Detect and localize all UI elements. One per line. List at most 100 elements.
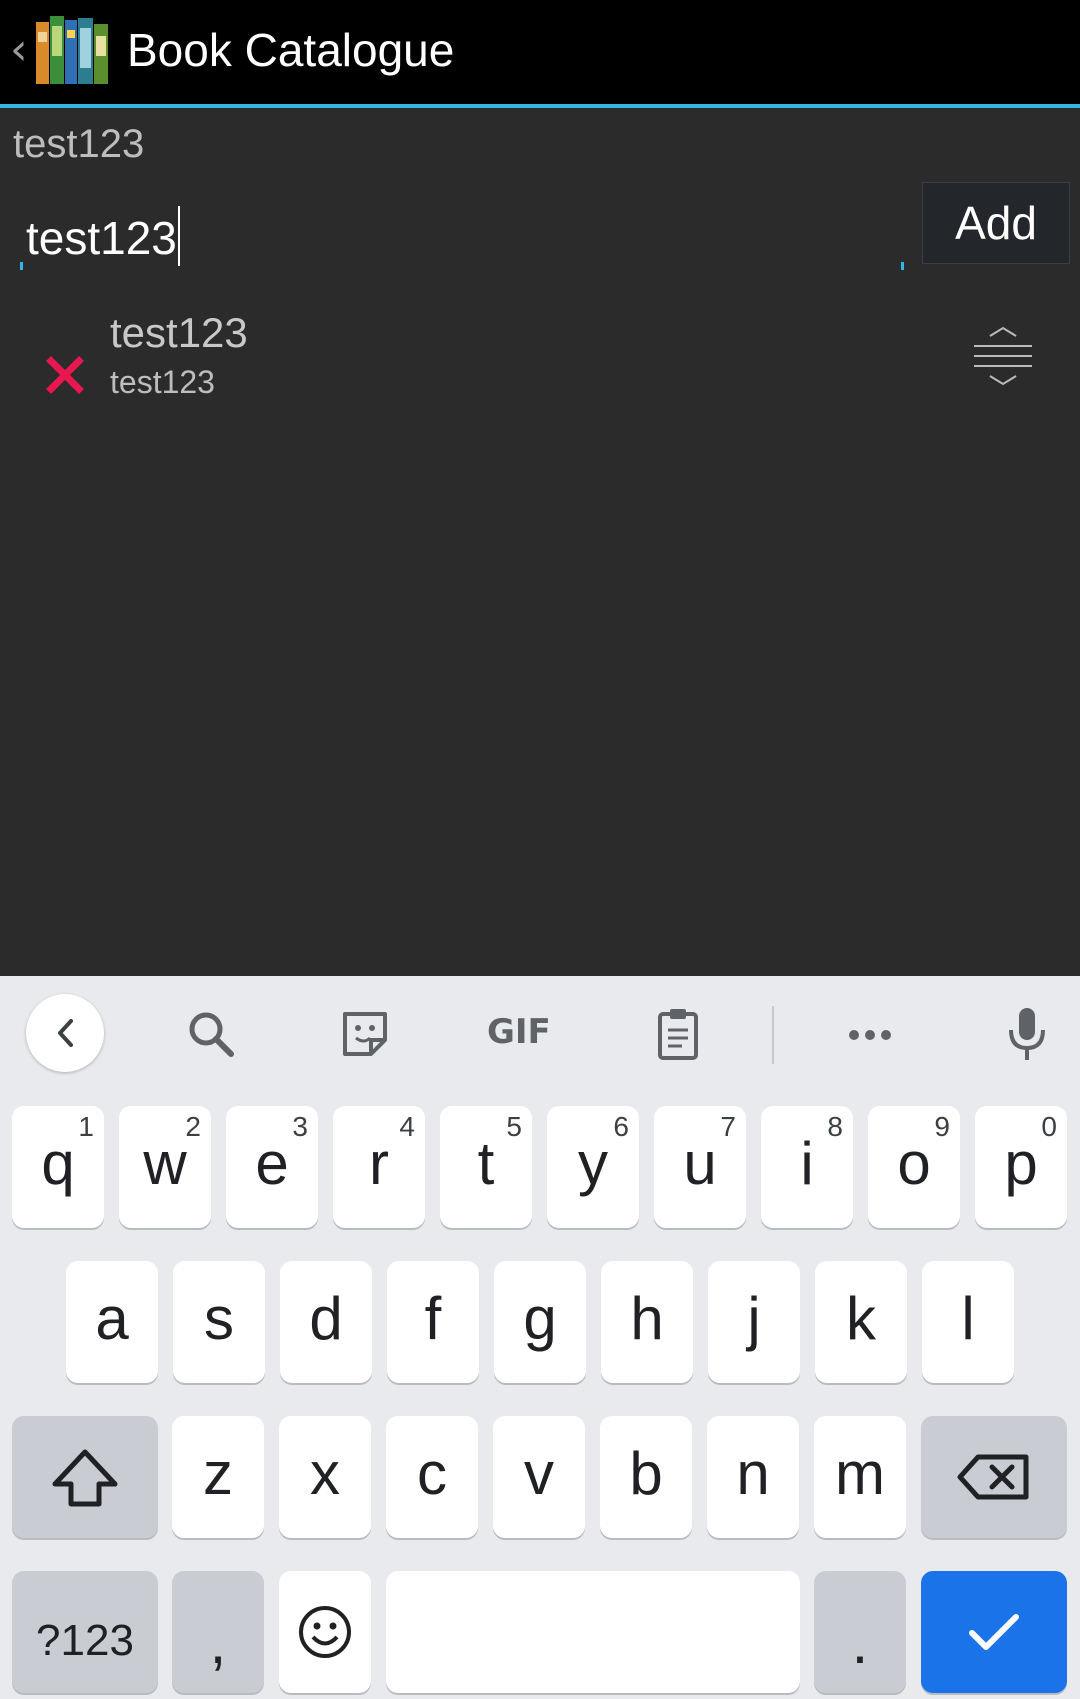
- key-y-label: y: [578, 1130, 608, 1197]
- key-r[interactable]: r4: [333, 1106, 425, 1228]
- books-icon[interactable]: [34, 12, 110, 88]
- key-t-hint: 5: [506, 1111, 522, 1142]
- key-u-hint: 7: [720, 1111, 736, 1142]
- key-i-label: i: [800, 1130, 814, 1197]
- space-key[interactable]: [386, 1571, 800, 1693]
- backspace-key[interactable]: [921, 1416, 1067, 1538]
- keyboard-toolbar: GIF: [0, 976, 1080, 1088]
- emoji-icon: [299, 1606, 351, 1658]
- key-w[interactable]: w2: [119, 1106, 211, 1228]
- key-z-label: z: [203, 1440, 233, 1507]
- symbols-key-label: ?123: [36, 1616, 134, 1665]
- gif-icon[interactable]: GIF: [487, 1012, 557, 1052]
- text-caret: [177, 206, 180, 266]
- key-l-label: l: [961, 1285, 975, 1352]
- series-input-text[interactable]: test123: [26, 206, 180, 266]
- delete-icon[interactable]: [46, 356, 84, 394]
- toolbar-back-button[interactable]: [26, 994, 104, 1072]
- series-heading: test123: [13, 122, 145, 166]
- sticker-icon[interactable]: [335, 1004, 395, 1064]
- mic-icon[interactable]: [997, 1004, 1057, 1064]
- key-k[interactable]: k: [815, 1261, 907, 1383]
- key-e-label: e: [255, 1130, 289, 1197]
- key-j[interactable]: j: [708, 1261, 800, 1383]
- key-b-label: b: [629, 1440, 663, 1507]
- key-y-hint: 6: [613, 1111, 629, 1142]
- search-icon[interactable]: [181, 1004, 241, 1064]
- key-y[interactable]: y6: [547, 1106, 639, 1228]
- key-x-label: x: [310, 1440, 340, 1507]
- drag-handle-icon[interactable]: [972, 326, 1034, 386]
- key-d-label: d: [309, 1285, 343, 1352]
- key-z[interactable]: z: [172, 1416, 264, 1538]
- key-i[interactable]: i8: [761, 1106, 853, 1228]
- key-e[interactable]: e3: [226, 1106, 318, 1228]
- emoji-key[interactable]: [279, 1571, 371, 1693]
- key-r-label: r: [369, 1130, 389, 1197]
- chevron-left-icon: [58, 1019, 73, 1047]
- series-input[interactable]: test123: [20, 190, 904, 270]
- key-j-label: j: [747, 1285, 761, 1352]
- symbols-key[interactable]: ?123: [12, 1571, 158, 1693]
- key-n[interactable]: n: [707, 1416, 799, 1538]
- key-p-label: p: [1004, 1130, 1038, 1197]
- key-e-hint: 3: [292, 1111, 308, 1142]
- key-p-hint: 0: [1041, 1111, 1057, 1142]
- key-s[interactable]: s: [173, 1261, 265, 1383]
- list-item-title: test123: [110, 309, 248, 356]
- key-q-hint: 1: [78, 1111, 94, 1142]
- list-item[interactable]: test123 test123: [0, 296, 1080, 416]
- list-item-subtitle: test123: [110, 364, 215, 400]
- key-s-label: s: [204, 1285, 234, 1352]
- key-t-label: t: [477, 1130, 495, 1197]
- app-title: Book Catalogue: [127, 24, 455, 76]
- key-g-label: g: [523, 1285, 557, 1352]
- key-w-hint: 2: [185, 1111, 201, 1142]
- key-v[interactable]: v: [493, 1416, 585, 1538]
- comma-key-label: ,: [209, 1609, 227, 1676]
- shift-icon: [52, 1449, 118, 1507]
- key-t[interactable]: t5: [440, 1106, 532, 1228]
- key-l[interactable]: l: [922, 1261, 1014, 1383]
- key-d[interactable]: d: [280, 1261, 372, 1383]
- soft-keyboard: GIF q1w2e3r4t5y6u7i8o9p0asdfghjklzxcvbnm: [0, 976, 1080, 1699]
- key-m-label: m: [835, 1440, 885, 1507]
- key-p[interactable]: p0: [975, 1106, 1067, 1228]
- shift-key[interactable]: [12, 1416, 158, 1538]
- key-m[interactable]: m: [814, 1416, 906, 1538]
- key-q[interactable]: q1: [12, 1106, 104, 1228]
- key-h[interactable]: h: [601, 1261, 693, 1383]
- key-v-label: v: [524, 1440, 554, 1507]
- key-r-hint: 4: [399, 1111, 415, 1142]
- key-a-label: a: [95, 1285, 129, 1352]
- key-c-label: c: [417, 1440, 447, 1507]
- input-underline: [20, 262, 904, 270]
- key-i-hint: 8: [827, 1111, 843, 1142]
- action-bar: ‹ Book Catalogue: [0, 0, 1080, 108]
- key-x[interactable]: x: [279, 1416, 371, 1538]
- key-g[interactable]: g: [494, 1261, 586, 1383]
- key-k-label: k: [846, 1285, 876, 1352]
- key-b[interactable]: b: [600, 1416, 692, 1538]
- backspace-icon: [957, 1454, 1029, 1500]
- key-o-label: o: [897, 1130, 931, 1197]
- key-o[interactable]: o9: [868, 1106, 960, 1228]
- period-key[interactable]: .: [814, 1571, 906, 1693]
- key-c[interactable]: c: [386, 1416, 478, 1538]
- enter-key[interactable]: [921, 1571, 1067, 1693]
- key-n-label: n: [736, 1440, 770, 1507]
- key-o-hint: 9: [934, 1111, 950, 1142]
- key-f[interactable]: f: [387, 1261, 479, 1383]
- add-button[interactable]: Add: [922, 182, 1070, 264]
- key-a[interactable]: a: [66, 1261, 158, 1383]
- more-icon[interactable]: [840, 1004, 900, 1064]
- key-q-label: q: [41, 1130, 75, 1197]
- key-u-label: u: [683, 1130, 717, 1197]
- key-w-label: w: [143, 1130, 187, 1197]
- key-f-label: f: [424, 1285, 442, 1352]
- up-chevron-icon[interactable]: ‹: [10, 28, 30, 72]
- key-h-label: h: [630, 1285, 664, 1352]
- key-u[interactable]: u7: [654, 1106, 746, 1228]
- clipboard-icon[interactable]: [648, 1004, 708, 1064]
- comma-key[interactable]: ,: [172, 1571, 264, 1693]
